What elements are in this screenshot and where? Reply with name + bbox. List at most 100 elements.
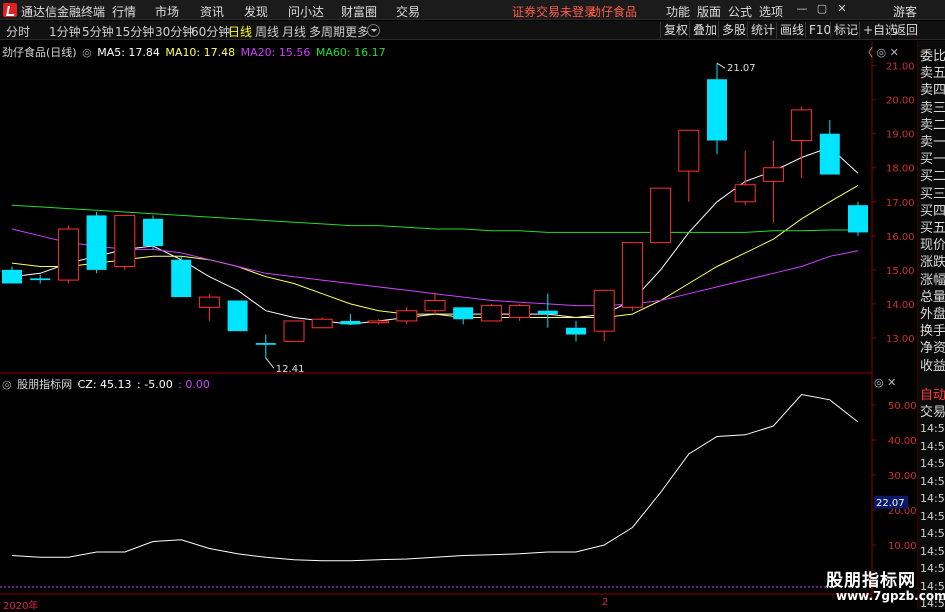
tab-15min[interactable]: 15分钟 xyxy=(115,23,154,40)
tab-fenshi[interactable]: 分时 xyxy=(6,23,30,40)
x-axis-year-label: 2020年 xyxy=(3,601,39,612)
fuquan-button[interactable]: 复权 xyxy=(660,22,691,38)
candle-body-up xyxy=(791,109,813,142)
candle-body-down xyxy=(86,215,107,270)
title-bar: 通达信金融终端 行情 市场 资讯 发现 问小达 财富圈 交易 证券交易未登录 劲… xyxy=(0,0,945,20)
stats-button[interactable]: 统计 xyxy=(747,22,778,38)
main-y-tick-label: 19.00 xyxy=(886,130,915,141)
menu-faxian[interactable]: 发现 xyxy=(244,3,268,20)
candle-body-up xyxy=(283,320,305,342)
tab-30min[interactable]: 30分钟 xyxy=(155,23,194,40)
ma5-label: MA5: 17.84 xyxy=(97,46,160,59)
chart-canvas[interactable]: 21.00 20.00 19.00 18.00 17.00 16.00 15.00 14.00… xyxy=(0,41,917,609)
candle-body-up xyxy=(509,305,531,319)
main-chart-legend: 劲仔食品(日线) ◎ MA5: 17.84 MA10: 17.48 MA20: … xyxy=(2,44,388,60)
ind-y-tick-label: 40.00 xyxy=(888,436,917,447)
watermark-url: www.7gpzb.com xyxy=(836,589,945,603)
user-guest[interactable]: 游客 xyxy=(893,3,917,20)
app-name: 通达信金融终端 xyxy=(21,5,106,19)
tab-60min[interactable]: 60分钟 xyxy=(191,23,230,40)
menu-caifuquan[interactable]: 财富圈 xyxy=(341,3,377,20)
quote-item: 卖一 xyxy=(920,135,945,150)
quote-item: 买五 xyxy=(920,221,945,236)
menu-gongshi[interactable]: 公式 xyxy=(728,3,752,20)
maximize-icon[interactable]: ▢ xyxy=(816,3,828,15)
tick-time: 14:56 xyxy=(920,509,945,523)
candle-body-up xyxy=(114,214,136,267)
menu-jiaoyi[interactable]: 交易 xyxy=(396,3,420,20)
candle-body-up xyxy=(424,300,446,312)
overlay-button[interactable]: 叠加 xyxy=(689,22,720,38)
high-marker-line xyxy=(716,62,726,69)
period-toolbar: 分时 1分钟 5分钟 15分钟 30分钟 60分钟 日线 周线 月线 多周期 更… xyxy=(0,21,945,40)
x-axis-month-label: 2 xyxy=(602,597,609,608)
candle-body-up xyxy=(678,129,700,172)
tab-1min[interactable]: 1分钟 xyxy=(49,23,81,40)
indicator-controls[interactable]: ◎ ✕ xyxy=(874,376,896,389)
candle-body-down xyxy=(819,133,840,175)
quote-item: 卖二 xyxy=(920,117,945,133)
candle-body-down xyxy=(2,269,22,284)
main-y-tick-label: 16.00 xyxy=(886,232,915,243)
candle-body-up xyxy=(734,184,756,203)
candle-body-up xyxy=(368,320,390,324)
close-icon[interactable]: ✕ xyxy=(836,3,848,15)
back-button[interactable]: 返回 xyxy=(890,22,921,38)
tab-monthly[interactable]: 月线 xyxy=(282,23,306,40)
main-y-tick-label: 15.00 xyxy=(886,266,915,277)
zero-label: : 0.00 xyxy=(178,378,210,391)
candle-body-up xyxy=(57,228,79,281)
mark-button[interactable]: 标记 xyxy=(830,22,861,38)
low-label: 12.41 xyxy=(276,364,305,375)
menu-shichang[interactable]: 市场 xyxy=(155,3,179,20)
quote-item: 收益 xyxy=(920,358,945,374)
indicator-toggle-icon[interactable]: ◎ xyxy=(2,378,12,391)
main-chart-controls[interactable]: 〈 ◎ ✕ xyxy=(862,44,899,60)
candle-body-up xyxy=(593,289,615,332)
candle-body-up xyxy=(198,296,220,308)
quote-item: 卖五 xyxy=(920,66,945,82)
candle-body-down xyxy=(255,343,276,345)
menu-banmian[interactable]: 版面 xyxy=(697,3,721,20)
tab-daily[interactable]: 日线 xyxy=(228,23,252,40)
quote-item: 买一 xyxy=(920,152,945,168)
multi-stock-button[interactable]: 多股 xyxy=(718,22,749,38)
menu-wenxiaoda[interactable]: 问小达 xyxy=(288,3,324,20)
draw-line-button[interactable]: 画线 xyxy=(776,22,807,38)
candle-body-down xyxy=(537,310,558,315)
legend-toggle-icon[interactable]: ◎ xyxy=(82,46,92,59)
tab-weekly[interactable]: 周线 xyxy=(255,23,279,40)
menu-gongneng[interactable]: 功能 xyxy=(666,3,690,20)
main-chart-title: 劲仔食品(日线) xyxy=(2,46,77,59)
indicator-title: 股朋指标网 xyxy=(17,378,73,391)
ind-y-tick-label: 50.00 xyxy=(888,401,917,412)
high-label: 21.07 xyxy=(727,63,756,74)
main-y-tick-label: 20.00 xyxy=(886,96,915,107)
menu-hangqing[interactable]: 行情 xyxy=(112,3,136,20)
menu-xuanxiang[interactable]: 选项 xyxy=(759,3,783,20)
tab-multi-period[interactable]: 多周期 xyxy=(309,23,345,40)
tick-time: 14:56 xyxy=(920,439,945,453)
tab-more[interactable]: 更多 xyxy=(345,23,369,40)
minimize-icon[interactable]: — xyxy=(796,3,808,15)
tick-time: 14:56 xyxy=(920,474,945,488)
candle-body-down xyxy=(566,327,586,335)
trade-label: 交易 xyxy=(920,405,945,420)
candle-body-down xyxy=(848,205,868,233)
quote-item: 外盘 xyxy=(920,307,945,322)
login-status[interactable]: 证券交易未登录 xyxy=(512,3,596,20)
candle-body-down xyxy=(227,300,248,332)
app-logo-icon xyxy=(3,3,17,17)
quote-item: 现价 xyxy=(920,238,945,254)
main-y-tick-label: 14.00 xyxy=(886,300,915,311)
quote-item: 涨幅 xyxy=(920,272,945,288)
ind-y-tick-label: 30.00 xyxy=(888,471,917,482)
ma20-label: MA20: 15.56 xyxy=(240,46,311,59)
quote-item: 卖三 xyxy=(920,100,945,116)
menu-zixun[interactable]: 资讯 xyxy=(200,3,224,20)
candle-body-down xyxy=(171,259,192,298)
more-dropdown-icon[interactable] xyxy=(367,24,380,37)
candle-body-up xyxy=(762,167,784,182)
tick-time: 14:56 xyxy=(920,422,945,435)
tab-5min[interactable]: 5分钟 xyxy=(82,23,114,40)
